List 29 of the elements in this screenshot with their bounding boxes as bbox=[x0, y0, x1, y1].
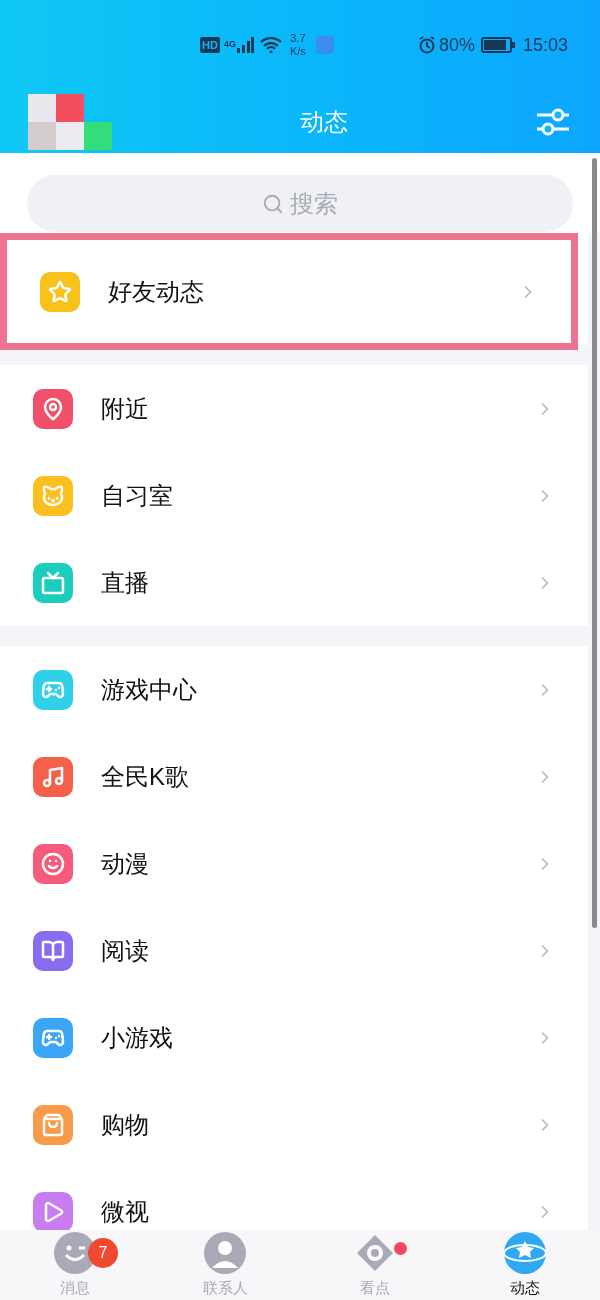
network-label: 4G bbox=[223, 38, 236, 52]
nav-tab[interactable]: 7 消息 bbox=[0, 1230, 150, 1300]
item-label: 微视 bbox=[101, 1196, 149, 1227]
item-label: 全民K歌 bbox=[101, 761, 189, 792]
item-label: 阅读 bbox=[101, 935, 149, 966]
signal-icon bbox=[235, 37, 254, 53]
battery-icon bbox=[480, 37, 515, 53]
nav-tab[interactable]: 动态 bbox=[450, 1230, 600, 1300]
speed-value: 3.7 bbox=[290, 32, 306, 45]
unread-badge: 7 bbox=[88, 1238, 118, 1268]
search-icon bbox=[262, 192, 284, 215]
item-label: 游戏中心 bbox=[101, 674, 197, 705]
clock: 15:03 bbox=[522, 33, 568, 57]
settings-icon[interactable] bbox=[536, 106, 570, 137]
item-label: 好友动态 bbox=[108, 276, 204, 307]
item-label: 附近 bbox=[101, 393, 149, 424]
header-title: 动态 bbox=[300, 106, 348, 137]
search-placeholder: 搜索 bbox=[290, 188, 338, 219]
battery-percent: 80% bbox=[438, 33, 475, 57]
item-label: 直播 bbox=[101, 567, 149, 598]
wifi-icon bbox=[259, 37, 282, 53]
item-label: 自习室 bbox=[101, 480, 173, 511]
item-label: 小游戏 bbox=[101, 1022, 173, 1053]
app-notification-icon bbox=[315, 36, 334, 54]
speed-unit: K/s bbox=[289, 45, 306, 58]
hd-badge: HD bbox=[200, 36, 220, 54]
item-label: 动漫 bbox=[101, 848, 149, 879]
item-label: 购物 bbox=[101, 1109, 149, 1140]
alarm-icon bbox=[417, 36, 436, 54]
